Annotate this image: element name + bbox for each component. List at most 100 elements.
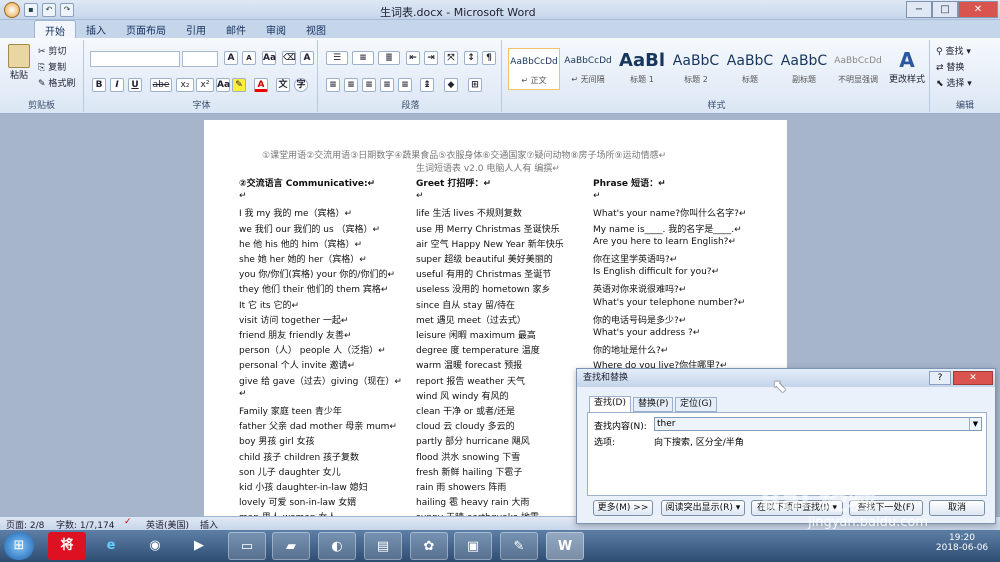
shrink-font-icon: A [242,51,256,65]
phrase-line: 你在这里学英语吗?↵ [593,255,678,265]
phrase-line: ↵ [593,191,601,202]
phonetic-button[interactable]: 文 [276,78,290,92]
align-center-button[interactable]: ≡ [344,78,358,92]
greet-line: partly 部分 hurricane 飓风 [416,437,530,448]
superscript-button[interactable]: x² [196,78,214,92]
replace-button[interactable]: ⇄ 替换 [936,60,964,73]
style-normal[interactable]: AaBbCcDd ↵ 正文 [508,48,560,90]
taskbar-chrome[interactable]: ◉ [136,532,174,560]
font-color-button[interactable]: A [254,78,268,92]
taskbar-app-4[interactable]: ▤ [364,532,402,560]
style-title[interactable]: AaBbC 标题 [724,48,776,90]
communicative-line: visit 访问 together 一起↵ [239,315,349,326]
find-what-input[interactable]: ther ▼ [654,417,982,431]
taskbar-word[interactable]: W [546,532,584,560]
highlight-button[interactable]: ✎ [232,78,246,92]
bullets-button[interactable]: ☰ [326,51,348,65]
change-case-button[interactable]: Aa [262,51,276,65]
subscript-button[interactable]: x₂ [176,78,194,92]
style-no-spacing[interactable]: AaBbCcDd ↵ 无间隔 [562,48,614,90]
chinese-layout-icon: ⤧ [444,51,458,65]
grow-font-button[interactable]: A [224,51,238,65]
change-styles-button[interactable]: A 更改样式 [888,48,926,85]
format-painter-button[interactable]: ✎ 格式刷 [38,76,75,89]
copy-button[interactable]: ⎘ 复制 [38,60,66,73]
save-icon[interactable]: ▪ [24,3,38,17]
paste-button[interactable]: 粘贴 [6,44,32,84]
tab-mailings[interactable]: 邮件 [216,20,256,38]
more-button[interactable]: 更多(M) >> [593,500,653,516]
line-spacing-button[interactable]: ↨ [420,78,434,92]
greet-line: rain 雨 showers 阵雨 [416,483,507,493]
shrink-font-button[interactable]: A [242,51,256,65]
decrease-indent-button[interactable]: ⇤ [406,51,420,65]
taskbar-app-5[interactable]: ✿ [410,532,448,560]
style-heading-1[interactable]: AaBl 标题 1 [616,48,668,90]
tab-goto[interactable]: 定位(G) [675,397,717,412]
bold-button[interactable]: B [92,78,106,92]
font-size-combo[interactable] [182,51,218,67]
cut-button[interactable]: ✂ 剪切 [38,44,66,57]
find-button[interactable]: ⚲ 查找 ▾ [936,44,971,57]
start-button[interactable]: ⊞ [4,532,34,560]
clear-format-button[interactable]: ⌫ [282,51,296,65]
undo-icon[interactable]: ↶ [42,3,56,17]
multilevel-list-button[interactable]: ≣ [378,51,400,65]
align-left-button[interactable]: ≡ [326,78,340,92]
select-button[interactable]: ⬉ 选择 ▾ [936,76,972,89]
office-button-icon[interactable] [4,2,20,18]
reading-highlight-button[interactable]: 阅读突出显示(R) ▾ [661,500,745,516]
tab-review[interactable]: 审阅 [256,20,296,38]
close-button[interactable]: ✕ [958,1,998,18]
style-no-spacing-sample: AaBbCcDd [564,56,612,66]
chrome-icon: ◉ [149,538,161,553]
dialog-close-button[interactable]: ✕ [953,371,993,385]
dropdown-arrow-icon[interactable]: ▼ [969,418,981,430]
proofing-icon[interactable]: ✓ [124,517,132,527]
taskbar-app-3[interactable]: ◐ [318,532,356,560]
change-case-2-button[interactable]: Aa [216,78,230,92]
maximize-button[interactable]: □ [932,1,958,18]
chinese-layout-button[interactable]: ⤧ [444,51,458,65]
taskbar-app-2[interactable]: ▰ [272,532,310,560]
taskbar-ie[interactable]: e [92,532,130,560]
borders-button[interactable]: ⊞ [468,78,482,92]
shading-button[interactable]: ◆ [444,78,458,92]
tab-home[interactable]: 开始 [34,20,76,38]
style-heading-2[interactable]: AaBbC 标题 2 [670,48,722,90]
numbering-button[interactable]: ≡ [352,51,374,65]
minimize-button[interactable]: − [906,1,932,18]
show-marks-button[interactable]: ¶ [482,51,496,65]
taskbar-app-7[interactable]: ✎ [500,532,538,560]
underline-button[interactable]: U [128,78,142,92]
taskbar-app-6[interactable]: ▣ [454,532,492,560]
redo-icon[interactable]: ↷ [60,3,74,17]
enclose-char-button[interactable]: 字 [294,78,308,92]
taskbar-app-jiang[interactable]: 将 [48,532,86,560]
font-color-icon: A [254,78,268,92]
tab-view[interactable]: 视图 [296,20,336,38]
increase-indent-button[interactable]: ⇥ [424,51,438,65]
tab-replace[interactable]: 替换(P) [633,397,674,412]
distribute-button[interactable]: ≡ [398,78,412,92]
style-subtitle-sample: AaBbC [780,53,828,69]
clock[interactable]: 19:20 2018-06-06 [930,533,994,553]
justify-button[interactable]: ≡ [380,78,394,92]
char-border-button[interactable]: A [300,51,314,65]
italic-button[interactable]: I [110,78,124,92]
style-subtitle[interactable]: AaBbC 副标题 [778,48,830,90]
taskbar-folder[interactable]: ▭ [228,532,266,560]
tab-find[interactable]: 查找(D) [589,396,631,413]
help-button[interactable]: ? [929,371,951,385]
font-name-combo[interactable] [90,51,180,67]
sort-button[interactable]: ↕ [464,51,478,65]
taskbar-media[interactable]: ▶ [180,532,218,560]
cancel-button[interactable]: 取消 [929,500,985,516]
align-right-button[interactable]: ≡ [362,78,376,92]
tab-insert[interactable]: 插入 [76,20,116,38]
strikethrough-button[interactable]: abe [150,78,172,92]
tab-page-layout[interactable]: 页面布局 [116,20,176,38]
style-subtle-emphasis[interactable]: AaBbCcDd 不明显强调 [832,48,884,90]
watermark-url: jingyan.baidu.com [808,515,928,530]
tab-references[interactable]: 引用 [176,20,216,38]
